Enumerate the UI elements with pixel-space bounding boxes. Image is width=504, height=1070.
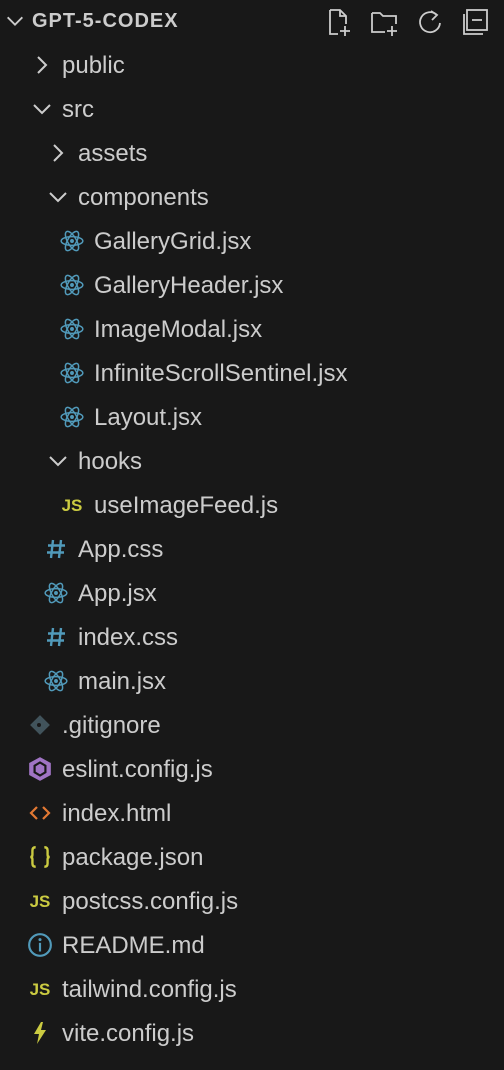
tree-item-label: postcss.config.js (62, 888, 239, 915)
tree-file-galleryheader-jsx[interactable]: GalleryHeader.jsx (0, 263, 504, 307)
tree-item-label: src (62, 96, 94, 123)
tree-file-index-css[interactable]: index.css (0, 615, 504, 659)
tree-item-label: GalleryGrid.jsx (94, 228, 252, 255)
new-folder-icon (371, 12, 397, 36)
css-icon (42, 535, 70, 563)
chevron-down-icon[interactable] (30, 97, 54, 121)
new-folder-button[interactable] (362, 4, 406, 40)
react-icon (58, 403, 86, 431)
tree-item-label: public (62, 52, 125, 79)
chevron-down-icon[interactable] (46, 449, 70, 473)
tree-file-index-html[interactable]: index.html (0, 791, 504, 835)
collapse-all-icon (463, 9, 488, 35)
tree-item-label: GalleryHeader.jsx (94, 272, 284, 299)
chevron-down-icon[interactable] (4, 10, 26, 32)
refresh-icon (419, 10, 441, 34)
tree-file-tailwind-config-js[interactable]: JS tailwind.config.js (0, 967, 504, 1011)
react-icon (58, 271, 86, 299)
tree-item-label: eslint.config.js (62, 756, 213, 783)
css-icon (42, 623, 70, 651)
tree-item-label: Layout.jsx (94, 404, 203, 431)
tree-file-vite-config-js[interactable]: vite.config.js (0, 1011, 504, 1055)
tree-folder-assets[interactable]: assets (0, 131, 504, 175)
js-icon: JS (58, 491, 86, 519)
explorer-panel: GPT-5-CODEX public src assets components… (0, 0, 504, 1070)
tree-item-label: hooks (78, 448, 143, 475)
chevron-right-icon[interactable] (30, 53, 54, 77)
react-icon (42, 579, 70, 607)
tree-file-app-css[interactable]: App.css (0, 527, 504, 571)
react-icon (42, 667, 70, 695)
tree-file-package-json[interactable]: package.json (0, 835, 504, 879)
html-icon (26, 799, 54, 827)
react-icon (58, 359, 86, 387)
tree-item-label: App.css (78, 536, 164, 563)
eslint-icon (26, 755, 54, 783)
tree-file-gallerygrid-jsx[interactable]: GalleryGrid.jsx (0, 219, 504, 263)
tree-item-label: ImageModal.jsx (94, 316, 263, 343)
tree-item-label: assets (78, 140, 148, 167)
info-icon (26, 931, 54, 959)
tree-item-label: InfiniteScrollSentinel.jsx (94, 360, 348, 387)
explorer-actions (316, 4, 498, 40)
js-icon: JS (26, 887, 54, 915)
tree-item-label: tailwind.config.js (62, 976, 237, 1003)
new-file-icon (329, 9, 350, 36)
explorer-title: GPT-5-CODEX (32, 10, 179, 32)
tree-file-gitignore[interactable]: .gitignore (0, 703, 504, 747)
react-icon (58, 227, 86, 255)
tree-file-readme-md[interactable]: README.md (0, 923, 504, 967)
tree-item-label: main.jsx (78, 668, 167, 695)
tree-file-useimagefeed-js[interactable]: JS useImageFeed.js (0, 483, 504, 527)
svg-text:JS: JS (62, 496, 83, 515)
tree-file-layout-jsx[interactable]: Layout.jsx (0, 395, 504, 439)
refresh-button[interactable] (408, 4, 452, 40)
tree-item-label: README.md (62, 932, 205, 959)
tree-item-label: index.html (62, 800, 172, 827)
vite-icon (26, 1019, 54, 1047)
collapse-all-button[interactable] (454, 4, 498, 40)
tree-file-main-jsx[interactable]: main.jsx (0, 659, 504, 703)
tree-item-label: useImageFeed.js (94, 492, 279, 519)
tree-file-imagemodal-jsx[interactable]: ImageModal.jsx (0, 307, 504, 351)
tree-item-label: App.jsx (78, 580, 157, 607)
tree-item-label: vite.config.js (62, 1020, 195, 1047)
chevron-down-icon[interactable] (46, 185, 70, 209)
tree-file-eslint-config-js[interactable]: eslint.config.js (0, 747, 504, 791)
tree-item-label: index.css (78, 624, 179, 651)
git-icon (26, 711, 54, 739)
tree-item-label: .gitignore (62, 712, 161, 739)
json-icon (26, 843, 54, 871)
tree-item-label: components (78, 184, 209, 211)
svg-text:JS: JS (30, 892, 51, 911)
new-file-button[interactable] (316, 4, 360, 40)
tree-folder-src[interactable]: src (0, 87, 504, 131)
tree-folder-components[interactable]: components (0, 175, 504, 219)
react-icon (58, 315, 86, 343)
explorer-header[interactable]: GPT-5-CODEX (0, 0, 504, 44)
svg-text:JS: JS (30, 980, 51, 999)
tree-folder-hooks[interactable]: hooks (0, 439, 504, 483)
tree-file-app-jsx[interactable]: App.jsx (0, 571, 504, 615)
tree-item-label: package.json (62, 844, 204, 871)
chevron-right-icon[interactable] (46, 141, 70, 165)
tree-file-infinitescrollsentinel-jsx[interactable]: InfiniteScrollSentinel.jsx (0, 351, 504, 395)
file-tree: public src assets components GalleryGrid.jsx… (0, 43, 504, 1055)
js-icon: JS (26, 975, 54, 1003)
tree-file-postcss-config-js[interactable]: JS postcss.config.js (0, 879, 504, 923)
tree-folder-public[interactable]: public (0, 43, 504, 87)
